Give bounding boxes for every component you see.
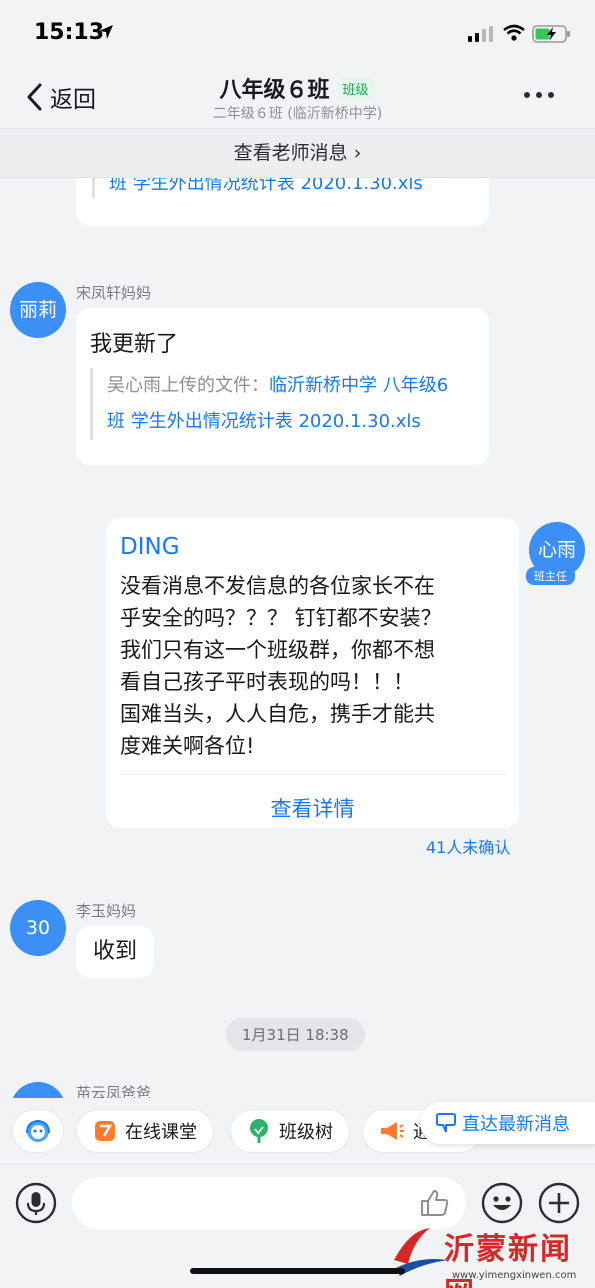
view-teacher-messages-button[interactable]: 查看老师消息 ›	[0, 128, 595, 178]
status-bar: 15:13	[0, 0, 595, 70]
ding-line: 度难关啊各位!	[120, 734, 255, 758]
file-link[interactable]: 班 学生外出情况统计表 2020.1.30.xls	[109, 178, 423, 194]
divider	[120, 774, 505, 775]
chat-title: 八年级６班	[219, 78, 330, 103]
status-time: 15:13	[34, 20, 105, 45]
online-class-button[interactable]: 在线课堂	[76, 1109, 214, 1153]
avatar[interactable]	[10, 1082, 66, 1098]
location-arrow-icon	[99, 25, 113, 39]
chat-subtitle: 二年级６班 (临沂新桥中学)	[212, 106, 383, 122]
ding-line: 看自己孩子平时表现的吗！！！	[120, 670, 414, 694]
message-bubble[interactable]: 我更新了 吴心雨上传的文件：临沂新桥中学 八年级6 班 学生外出情况统计表 20…	[76, 308, 489, 465]
emoji-icon[interactable]	[480, 1181, 524, 1225]
home-indicator	[190, 1268, 405, 1274]
more-options-icon[interactable]	[524, 92, 554, 98]
plus-icon[interactable]	[537, 1181, 581, 1225]
ding-title: DING	[120, 534, 180, 560]
battery-charging-icon	[532, 25, 570, 43]
quote-prefix: 吴心雨上传的文件：	[107, 375, 269, 396]
online-class-label: 在线课堂	[125, 1122, 197, 1143]
class-tree-label: 班级树	[279, 1122, 333, 1143]
role-tag: 班主任	[526, 567, 575, 585]
group-type-badge: 班级	[335, 76, 376, 100]
nav-bar: 返回 八年级６班 班级 二年级６班 (临沂新桥中学)	[0, 70, 595, 128]
view-details-button[interactable]: 查看详情	[120, 793, 505, 823]
message-list[interactable]: 班 学生外出情况统计表 2020.1.30.xls 丽莉 宋凤轩妈妈 我更新了 …	[0, 178, 595, 1098]
ding-line: 我们只有这一个班级群，你都不想	[120, 638, 435, 662]
sender-name: 宋凤轩妈妈	[76, 284, 152, 302]
ding-line: 国难当头，人人自危，携手才能共	[120, 702, 435, 726]
class-tree-button[interactable]: 班级树	[230, 1109, 350, 1153]
sender-name: 李玉妈妈	[76, 902, 137, 920]
signal-icon	[468, 26, 493, 42]
microphone-icon[interactable]	[14, 1181, 58, 1225]
wifi-icon	[503, 24, 525, 41]
watermark-logo: 沂蒙新闻网 www.yimengxinwen.com	[390, 1220, 595, 1288]
tree-icon	[250, 1119, 268, 1143]
avatar[interactable]: 30	[10, 900, 66, 956]
file-link[interactable]: 临沂新桥中学 八年级6	[269, 375, 448, 396]
sender-name: 苗云凤爸爸	[76, 1084, 152, 1098]
chat-title-group[interactable]: 八年级６班 班级	[0, 72, 595, 104]
file-link[interactable]: 班 学生外出情况统计表 2020.1.30.xls	[107, 411, 421, 432]
megaphone-icon	[381, 1122, 404, 1140]
ding-line: 乎安全的吗？？？ 钉钉都不安装？	[120, 606, 442, 630]
jump-to-latest-label: 直达最新消息	[462, 1114, 570, 1135]
jump-to-latest-button[interactable]: 直达最新消息	[420, 1102, 595, 1144]
watermark-url: www.yimengxinwen.com	[452, 1270, 577, 1281]
ding-card[interactable]: DING 没看消息不发信息的各位家长不在 乎安全的吗？？？ 钉钉都不安装？ 我们…	[106, 518, 519, 828]
ding-message-text: 没看消息不发信息的各位家长不在 乎安全的吗？？？ 钉钉都不安装？ 我们只有这一个…	[120, 570, 505, 762]
online-class-icon	[95, 1121, 115, 1141]
assistant-button[interactable]	[12, 1109, 64, 1153]
thumbs-up-icon[interactable]	[420, 1189, 450, 1217]
ding-line: 没看消息不发信息的各位家长不在	[120, 574, 435, 598]
message-text: 我更新了	[90, 332, 179, 357]
avatar[interactable]: 丽莉	[10, 282, 66, 338]
assistant-icon	[26, 1119, 50, 1142]
file-quote: 吴心雨上传的文件：临沂新桥中学 八年级6 班 学生外出情况统计表 2020.1.…	[90, 368, 475, 440]
message-bubble-partial[interactable]: 班 学生外出情况统计表 2020.1.30.xls	[76, 178, 489, 226]
message-arrow-icon	[436, 1113, 456, 1133]
unconfirmed-count-link[interactable]: 41人未确认	[426, 834, 510, 858]
timestamp-chip: 1月31日 18:38	[226, 1018, 365, 1051]
message-bubble[interactable]: 收到	[76, 926, 154, 978]
